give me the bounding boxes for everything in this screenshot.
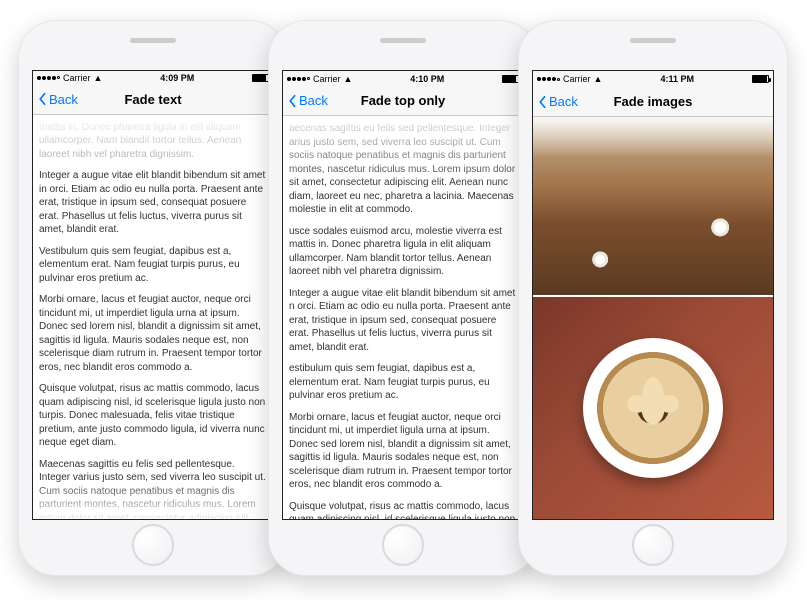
paragraph: Morbi ornare, lacus et feugiat auctor, n…: [39, 293, 267, 374]
page-title: Fade text: [124, 92, 181, 107]
carrier-label: Carrier: [63, 73, 91, 83]
screen: Carrier ▲ 4:11 PM Back Fade images: [532, 70, 774, 520]
chevron-left-icon: [37, 92, 47, 106]
image-wood-table: [533, 117, 773, 297]
back-button[interactable]: Back: [37, 92, 78, 107]
paragraph: mattis in. Donec pharetra ligula in elit…: [39, 121, 267, 162]
screen: Carrier ▲ 4:10 PM Back Fade top only aec…: [282, 70, 524, 520]
latte-cup-icon: [583, 338, 723, 478]
phone-fade-images: Carrier ▲ 4:11 PM Back Fade images: [518, 20, 788, 576]
chevron-left-icon: [537, 95, 547, 109]
latte-art-icon: [641, 377, 665, 425]
image-latte: [533, 297, 773, 519]
paragraph: usce sodales euismod arcu, molestie vive…: [289, 225, 517, 279]
wifi-icon: ▲: [344, 74, 353, 84]
page-title: Fade images: [614, 94, 693, 109]
paragraph: Maecenas sagittis eu felis sed pellentes…: [39, 458, 267, 519]
scroll-content[interactable]: mattis in. Donec pharetra ligula in elit…: [33, 115, 273, 519]
battery-icon: [752, 75, 769, 83]
status-bar: Carrier ▲ 4:09 PM: [33, 71, 273, 85]
paragraph: Quisque volutpat, risus ac mattis commod…: [289, 500, 517, 519]
nav-bar: Back Fade top only: [283, 86, 523, 116]
paragraph: Integer a augue vitae elit blandit biben…: [289, 287, 517, 355]
status-time: 4:10 PM: [410, 74, 444, 84]
status-bar: Carrier ▲ 4:11 PM: [533, 71, 773, 87]
chevron-left-icon: [287, 94, 297, 108]
status-bar: Carrier ▲ 4:10 PM: [283, 71, 523, 86]
paragraph: Morbi ornare, lacus et feugiat auctor, n…: [289, 411, 517, 492]
phone-fade-text: Carrier ▲ 4:09 PM Back Fade text mattis …: [18, 20, 288, 576]
signal-icon: [37, 76, 60, 80]
paragraph: Vestibulum quis sem feugiat, dapibus est…: [39, 245, 267, 286]
scroll-content[interactable]: [533, 117, 773, 519]
page-title: Fade top only: [361, 93, 446, 108]
paragraph: aecenas sagittis eu felis sed pellentesq…: [289, 122, 517, 217]
nav-bar: Back Fade images: [533, 87, 773, 117]
text-body: mattis in. Donec pharetra ligula in elit…: [33, 115, 273, 519]
signal-icon: [287, 77, 310, 81]
back-label: Back: [549, 94, 578, 109]
battery-icon: [252, 74, 269, 82]
back-button[interactable]: Back: [537, 94, 578, 109]
image-list: [533, 117, 773, 519]
nav-bar: Back Fade text: [33, 85, 273, 115]
signal-icon: [537, 77, 560, 81]
phone-fade-top-only: Carrier ▲ 4:10 PM Back Fade top only aec…: [268, 20, 538, 576]
paragraph: Integer a augue vitae elit blandit biben…: [39, 169, 267, 237]
battery-icon: [502, 75, 519, 83]
status-time: 4:11 PM: [660, 74, 694, 84]
scroll-content[interactable]: aecenas sagittis eu felis sed pellentesq…: [283, 116, 523, 519]
text-body: aecenas sagittis eu felis sed pellentesq…: [283, 116, 523, 519]
screen: Carrier ▲ 4:09 PM Back Fade text mattis …: [32, 70, 274, 520]
back-button[interactable]: Back: [287, 93, 328, 108]
paragraph: Quisque volutpat, risus ac mattis commod…: [39, 382, 267, 450]
paragraph: estibulum quis sem feugiat, dapibus est …: [289, 362, 517, 403]
carrier-label: Carrier: [563, 74, 591, 84]
back-label: Back: [299, 93, 328, 108]
wifi-icon: ▲: [594, 74, 603, 84]
status-time: 4:09 PM: [160, 73, 194, 83]
back-label: Back: [49, 92, 78, 107]
wifi-icon: ▲: [94, 73, 103, 83]
carrier-label: Carrier: [313, 74, 341, 84]
